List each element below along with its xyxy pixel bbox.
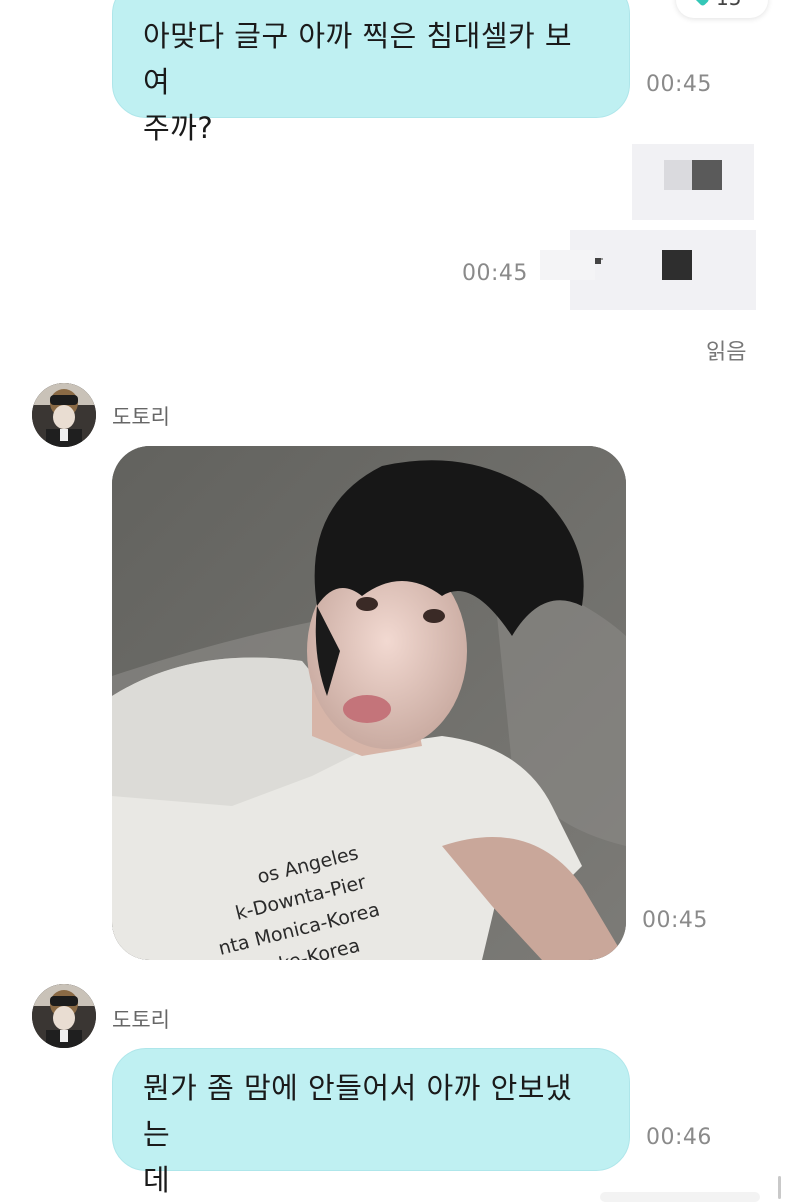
message-bubble[interactable]: 뭔가 좀 맘에 안들어서 아까 안보냈는 데 xyxy=(112,1048,630,1197)
message-time: 00:46 xyxy=(646,1125,712,1150)
message-text: 아맞다 글구 아까 찍은 침대셀카 보여 주까? xyxy=(143,19,573,145)
photo-message[interactable]: os Angeles k-Downta-Pier nta Monica-Kore… xyxy=(112,446,626,960)
message-time: 00:45 xyxy=(646,72,712,97)
avatar-image xyxy=(32,383,96,447)
reaction-chip[interactable]: 15 xyxy=(676,0,768,18)
avatar-image xyxy=(32,984,96,1048)
scrollbar[interactable] xyxy=(778,1176,781,1199)
message-time: 00:45 xyxy=(642,908,708,933)
selfie-photo: os Angeles k-Downta-Pier nta Monica-Kore… xyxy=(112,446,626,960)
redacted-mosaic xyxy=(540,144,756,310)
avatar[interactable] xyxy=(32,383,96,447)
sender-name: 도토리 xyxy=(112,405,170,429)
avatar[interactable] xyxy=(32,984,96,1048)
heart-icon xyxy=(694,0,710,7)
redacted-message xyxy=(540,140,760,315)
read-status: 읽음 xyxy=(706,340,747,365)
reaction-count: 15 xyxy=(716,0,741,10)
message-bubble[interactable]: 아맞다 글구 아까 찍은 침대셀카 보여 주까? xyxy=(112,0,630,145)
next-bubble-edge xyxy=(600,1192,760,1202)
sender-name: 도토리 xyxy=(112,1008,170,1032)
message-text: 뭔가 좀 맘에 안들어서 아까 안보냈는 데 xyxy=(143,1071,573,1197)
message-time: 00:45 xyxy=(462,261,528,286)
